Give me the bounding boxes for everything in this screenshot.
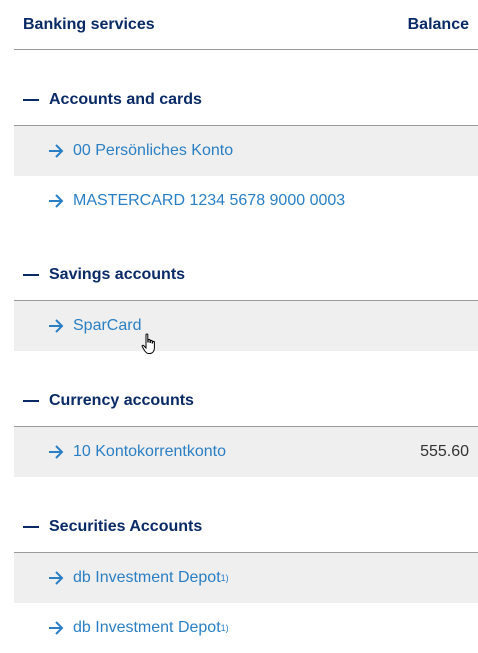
account-row[interactable]: db Investment Depot 1) [14,603,478,653]
arrow-right-icon [49,621,64,635]
account-row[interactable]: db Investment Depot 1) [14,553,478,603]
group-header-securities-accounts[interactable]: Securities Accounts [14,502,478,553]
account-label[interactable]: 10 Kontokorrentkonto [73,443,226,461]
minus-icon[interactable] [23,526,39,528]
group-title: Securities Accounts [49,518,203,535]
account-balance: 555.60 [420,443,469,460]
header-title: Banking services [23,15,155,33]
minus-icon[interactable] [23,274,39,276]
footnote-marker: 1) [220,573,229,583]
group-title: Accounts and cards [49,91,202,108]
header-balance: Balance [407,15,469,33]
account-label[interactable]: 00 Persönliches Konto [73,142,233,160]
account-link[interactable]: SparCard [14,317,141,335]
group-header-accounts-and-cards[interactable]: Accounts and cards [14,75,478,126]
hand-pointer-icon [141,333,155,354]
arrow-right-icon [49,144,64,158]
table-header: Banking services Balance [14,0,478,50]
group-title: Savings accounts [49,266,186,283]
account-link[interactable]: 00 Persönliches Konto [14,142,233,160]
account-label[interactable]: db Investment Depot [73,569,221,587]
arrow-right-icon [49,571,64,585]
account-link[interactable]: MASTERCARD 1234 5678 9000 0003 [14,192,345,210]
account-row[interactable]: 10 Kontokorrentkonto 555.60 [14,427,478,477]
account-row[interactable]: 00 Persönliches Konto [14,126,478,176]
account-link[interactable]: db Investment Depot 1) [14,619,229,637]
arrow-right-icon [49,445,64,459]
account-label[interactable]: MASTERCARD 1234 5678 9000 0003 [73,192,345,210]
minus-icon[interactable] [23,400,39,402]
minus-icon[interactable] [23,99,39,101]
account-label[interactable]: SparCard [73,317,141,335]
account-row[interactable]: MASTERCARD 1234 5678 9000 0003 [14,176,478,226]
group-header-currency-accounts[interactable]: Currency accounts [14,376,478,427]
arrow-right-icon [49,194,64,208]
account-row[interactable]: SparCard [14,301,478,351]
banking-services-panel: Banking services Balance Accounts and ca… [14,0,478,653]
account-label[interactable]: db Investment Depot [73,619,221,637]
footnote-marker: 1) [220,623,229,633]
group-header-savings-accounts[interactable]: Savings accounts [14,250,478,301]
account-link[interactable]: 10 Kontokorrentkonto [14,443,226,461]
account-link[interactable]: db Investment Depot 1) [14,569,229,587]
arrow-right-icon [49,319,64,333]
group-title: Currency accounts [49,392,194,409]
